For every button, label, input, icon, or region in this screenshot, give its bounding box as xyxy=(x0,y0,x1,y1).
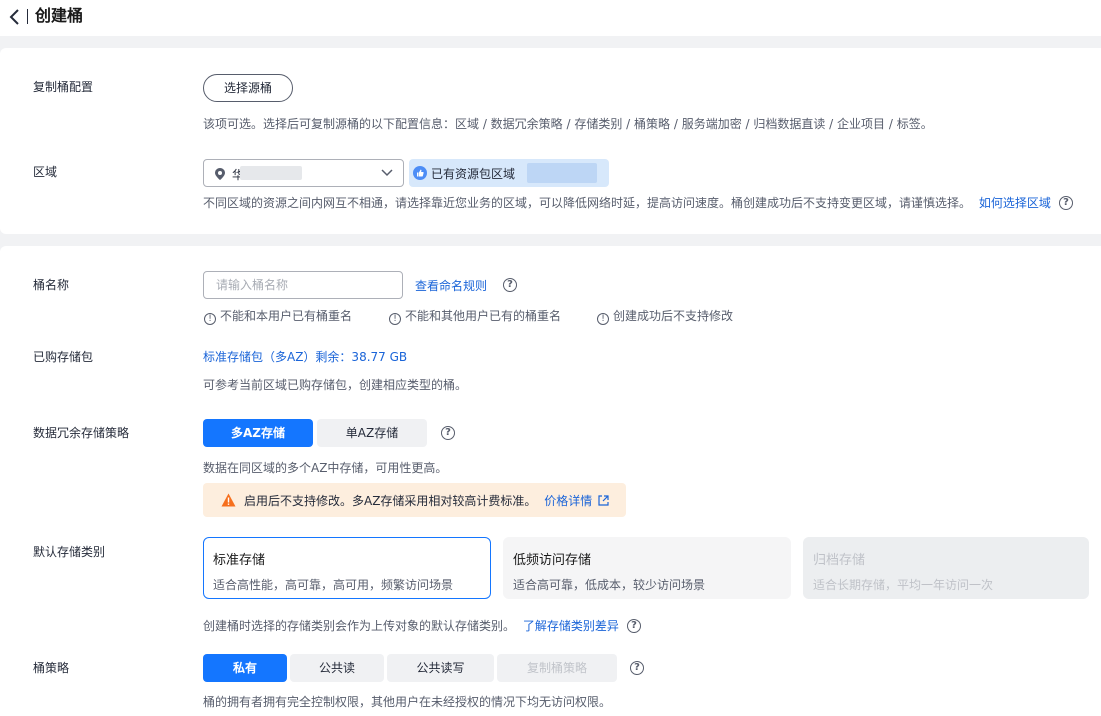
bucket-name-label: 桶名称 xyxy=(33,278,70,292)
replicate-hint: 该项可选。选择后可复制源桶的以下配置信息：区域 / 数据冗余策略 / 存储类别 … xyxy=(203,117,933,131)
redundancy-label: 数据冗余存储策略 xyxy=(33,426,130,440)
warning-text: 启用后不支持修改。多AZ存储采用相对较高计费标准。 价格详情 xyxy=(244,492,609,509)
back-arrow-icon[interactable] xyxy=(8,8,22,26)
resource-tag-blurred-value xyxy=(527,163,597,183)
page-header: 创建桶 xyxy=(0,0,1101,36)
storage-class-diff-link[interactable]: 了解存储类别差异 xyxy=(523,619,619,633)
storage-class-infrequent[interactable]: 低频访问存储 适合高可靠，低成本，较少访问场景 xyxy=(503,537,791,599)
location-pin-icon xyxy=(215,168,225,180)
page-title: 创建桶 xyxy=(35,6,84,25)
storage-class-title: 低频访问存储 xyxy=(513,553,592,568)
single-az-option[interactable]: 单AZ存储 xyxy=(317,419,427,447)
name-rule-3: ! 创建成功后不支持修改 xyxy=(597,308,733,325)
region-hint-text: 不同区域的资源之间内网互不相通，请选择靠近您业务的区域，可以降低网络时延，提高访… xyxy=(203,196,972,210)
storage-class-hint: 创建桶时选择的存储类别会作为上传对象的默认存储类别。 了解存储类别差异 xyxy=(203,619,619,633)
storage-class-help-icon[interactable]: ? xyxy=(627,619,641,633)
redundancy-warning: 启用后不支持修改。多AZ存储采用相对较高计费标准。 价格详情 xyxy=(203,483,626,517)
resource-package-region-tag: 已有资源包区域 xyxy=(409,159,609,187)
how-to-choose-region-link[interactable]: 如何选择区域 xyxy=(979,196,1051,210)
naming-rules-link[interactable]: 查看命名规则 xyxy=(415,278,487,294)
redundancy-hint: 数据在同区域的多个AZ中存储，可用性更高。 xyxy=(203,461,448,475)
thumbs-up-icon xyxy=(413,166,427,180)
storage-class-desc: 适合长期存储，平均一年访问一次 xyxy=(813,578,994,592)
region-hint: 不同区域的资源之间内网互不相通，请选择靠近您业务的区域，可以降低网络时延，提高访… xyxy=(203,195,1051,211)
price-details-link[interactable]: 价格详情 xyxy=(544,494,592,508)
bucket-name-input[interactable] xyxy=(203,271,403,299)
storage-class-standard[interactable]: 标准存储 适合高性能，高可靠，高可用，频繁访问场景 xyxy=(203,537,491,599)
region-label: 区域 xyxy=(33,165,58,179)
region-select[interactable]: 华 xyxy=(203,159,404,187)
region-blurred-text xyxy=(240,166,302,180)
package-hint: 可参考当前区域已购存储包，创建相应类型的桶。 xyxy=(203,378,468,392)
policy-hint: 桶的拥有者拥有完全控制权限，其他用户在未经授权的情况下均无访问权限。 xyxy=(203,695,612,709)
policy-copy-option: 复制桶策略 xyxy=(497,654,617,682)
resource-tag-label: 已有资源包区域 xyxy=(431,167,516,181)
storage-class-label: 默认存储类别 xyxy=(33,545,106,559)
package-value-link[interactable]: 标准存储包（多AZ）剩余：38.77 GB xyxy=(203,349,407,365)
storage-class-desc: 适合高性能，高可靠，高可用，频繁访问场景 xyxy=(213,578,454,592)
storage-class-title: 标准存储 xyxy=(213,553,266,568)
storage-class-title: 归档存储 xyxy=(813,553,866,568)
policy-public-read-option[interactable]: 公共读 xyxy=(290,654,384,682)
select-source-bucket-button[interactable]: 选择源桶 xyxy=(203,74,293,102)
bucket-settings-card: 桶名称 查看命名规则 ? !不能和本用户已有桶重名 !不能和其他用户已有的桶重名… xyxy=(0,246,1101,716)
name-rule-1: ! 不能和本用户已有桶重名 xyxy=(204,308,352,325)
policy-private-option[interactable]: 私有 xyxy=(203,654,287,682)
external-link-icon xyxy=(598,495,609,506)
policy-public-read-write-option[interactable]: 公共读写 xyxy=(387,654,494,682)
region-help-icon[interactable]: ? xyxy=(1059,196,1073,210)
info-icon: ! xyxy=(597,313,609,325)
package-label: 已购存储包 xyxy=(33,350,94,364)
storage-class-archive: 归档存储 适合长期存储，平均一年访问一次 xyxy=(803,537,1089,599)
warning-icon xyxy=(221,493,236,507)
info-icon: ! xyxy=(389,313,401,325)
bucket-name-help-icon[interactable]: ? xyxy=(503,278,517,292)
name-rule-2: ! 不能和其他用户已有的桶重名 xyxy=(389,308,561,325)
policy-help-icon[interactable]: ? xyxy=(630,661,644,675)
header-divider xyxy=(27,9,28,24)
multi-az-option[interactable]: 多AZ存储 xyxy=(203,419,313,447)
replicate-label: 复制桶配置 xyxy=(33,80,94,94)
redundancy-help-icon[interactable]: ? xyxy=(441,426,455,440)
config-card: 复制桶配置 选择源桶 该项可选。选择后可复制源桶的以下配置信息：区域 / 数据冗… xyxy=(0,48,1101,234)
info-icon: ! xyxy=(204,313,216,325)
chevron-down-icon xyxy=(381,169,393,177)
storage-class-desc: 适合高可靠，低成本，较少访问场景 xyxy=(513,578,706,592)
policy-label: 桶策略 xyxy=(33,661,70,675)
